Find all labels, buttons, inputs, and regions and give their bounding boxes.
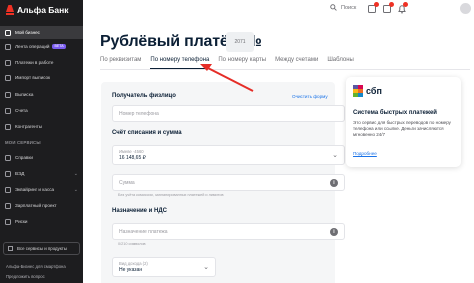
- sidebar-item[interactable]: Мой бизнес: [0, 26, 83, 39]
- contacts-icon: [5, 123, 11, 130]
- sbp-heading: Система быстрых платежей: [353, 110, 437, 116]
- service-item[interactable]: Эквайринг и касса ⌄: [0, 183, 83, 196]
- service-item[interactable]: Риски: [0, 215, 83, 228]
- service-item[interactable]: ВЭД ⌄: [0, 167, 83, 180]
- doc-number-field[interactable]: 2071: [226, 32, 254, 52]
- alfa-logo[interactable]: Альфа Банк: [6, 5, 69, 15]
- service-item[interactable]: Зарплатный проект: [0, 199, 83, 212]
- section-title: МОИ СЕРВИСЫ: [5, 140, 41, 145]
- accounts-icon: [5, 107, 11, 114]
- sbp-logo: сбп: [353, 85, 382, 97]
- amount-hint: Без учёта комиссии, запланированных плат…: [118, 193, 224, 197]
- amount-placeholder: Сумма: [119, 179, 135, 186]
- sbp-description: Это сервис для быстрых переводов по номе…: [353, 120, 451, 138]
- footer-question-link[interactable]: Предложить вопрос: [6, 274, 45, 279]
- payments-icon: [5, 59, 11, 66]
- account-balance: 16 148,65 ₽: [119, 155, 146, 161]
- salary-icon: [5, 202, 11, 209]
- sidebar-item-label: Контрагенты: [15, 124, 43, 129]
- beta-badge: BETA: [52, 44, 66, 49]
- mail-badge: [389, 2, 394, 7]
- purpose-hint: 0/210 символов: [118, 242, 146, 246]
- sidebar-item[interactable]: Счета: [0, 104, 83, 117]
- tax-select[interactable]: Вид дохода (2) Не указан ⌄: [112, 257, 216, 277]
- sidebar-item-label: Мой бизнес: [15, 30, 40, 35]
- sidebar-item-label: Лента операций: [15, 44, 50, 49]
- chevron-down-icon: ⌄: [203, 264, 209, 271]
- avatar[interactable]: [460, 3, 471, 14]
- search-label: Поиск: [341, 4, 357, 11]
- amount-field[interactable]: Сумма i: [112, 174, 345, 191]
- sidebar-item[interactable]: Платежи в работе: [0, 56, 83, 69]
- sbp-info-card: сбп Система быстрых платежей Это сервис …: [346, 77, 461, 167]
- chevron-down-icon: ⌄: [332, 152, 338, 159]
- service-item-label: Справки: [15, 155, 33, 160]
- sidebar-item[interactable]: Импорт выписок: [0, 71, 83, 84]
- risk-icon: [5, 218, 11, 225]
- import-icon: [5, 74, 11, 81]
- chevron-down-icon: ⌄: [73, 186, 78, 193]
- purpose-heading: Назначение и НДС: [112, 208, 167, 214]
- chevron-down-icon: ⌄: [73, 170, 78, 177]
- tab[interactable]: Между счетами: [275, 57, 318, 69]
- calendar-badge: [374, 2, 379, 7]
- footer-mobile-link[interactable]: Альфа-Бизнес для смартфона: [6, 264, 66, 269]
- tab[interactable]: По реквизитам: [100, 57, 141, 69]
- tab[interactable]: По номеру телефона: [150, 57, 210, 69]
- tax-value: Не указан: [119, 267, 143, 273]
- doc-icon: [5, 154, 11, 161]
- account-heading: Счёт списания и сумма: [112, 130, 182, 136]
- tab[interactable]: По номеру карты: [218, 57, 266, 69]
- alfa-logo-icon: [6, 5, 14, 15]
- payment-tabs: По реквизитам По номеру телефона По номеру…: [100, 57, 354, 69]
- purpose-placeholder: Назначение платежа: [119, 228, 168, 235]
- phone-field[interactable]: Номер телефона: [112, 105, 345, 122]
- sidebar-item-label: Импорт выписок: [15, 75, 51, 80]
- sbp-logo-icon: [353, 85, 363, 97]
- tab[interactable]: Шаблоны: [327, 57, 354, 69]
- service-item-label: Зарплатный проект: [15, 203, 57, 208]
- search-icon: [330, 4, 337, 11]
- sidebar-item[interactable]: Контрагенты: [0, 120, 83, 133]
- sidebar-item[interactable]: Выписка: [0, 88, 83, 101]
- purpose-field[interactable]: Назначение платежа i: [112, 223, 345, 240]
- main-content: Поиск Рублёвый платёж № 2071 По реквизит…: [83, 0, 474, 283]
- home-icon: [5, 29, 11, 36]
- bell-badge: [403, 2, 408, 7]
- tabs-divider: [100, 69, 470, 70]
- list-icon: [5, 43, 11, 50]
- clear-form-link[interactable]: Очистить форму: [292, 94, 328, 99]
- sbp-logo-text: сбп: [366, 86, 382, 96]
- recipient-heading: Получатель физлицо: [112, 93, 176, 99]
- sidebar: Альфа Банк Мой бизнес Лента операций BETA П…: [0, 0, 83, 283]
- account-select[interactable]: Имеве ·4560 16 148,65 ₽ ⌄: [112, 145, 345, 165]
- globe-icon: [5, 170, 11, 177]
- service-item-label: ВЭД: [15, 171, 25, 176]
- phone-placeholder: Номер телефона: [119, 110, 159, 117]
- service-item-label: Эквайринг и касса: [15, 187, 55, 192]
- search-button[interactable]: Поиск: [330, 4, 356, 11]
- all-services-button[interactable]: Все сервисы и продукты: [3, 242, 80, 255]
- info-icon[interactable]: i: [330, 179, 338, 187]
- account-caption: Имеве ·4560: [119, 149, 144, 154]
- sidebar-item[interactable]: Лента операций BETA: [0, 40, 83, 53]
- sidebar-item-label: Выписка: [15, 92, 34, 97]
- card-icon: [5, 186, 11, 193]
- grid-icon: [8, 246, 13, 251]
- sidebar-item-label: Платежи в работе: [15, 60, 54, 65]
- service-item-label: Риски: [15, 219, 28, 224]
- logo-text: Альфа Банк: [17, 5, 69, 15]
- statement-icon: [5, 91, 11, 98]
- sidebar-item-label: Счета: [15, 108, 28, 113]
- info-icon[interactable]: i: [330, 228, 338, 236]
- tax-caption: Вид дохода (2): [119, 261, 148, 266]
- service-item[interactable]: Справки: [0, 151, 83, 164]
- all-services-label: Все сервисы и продукты: [17, 246, 67, 251]
- sbp-more-link[interactable]: Подробнее: [353, 151, 377, 156]
- payment-form: Получатель физлицо Очистить форму Номер …: [101, 82, 345, 283]
